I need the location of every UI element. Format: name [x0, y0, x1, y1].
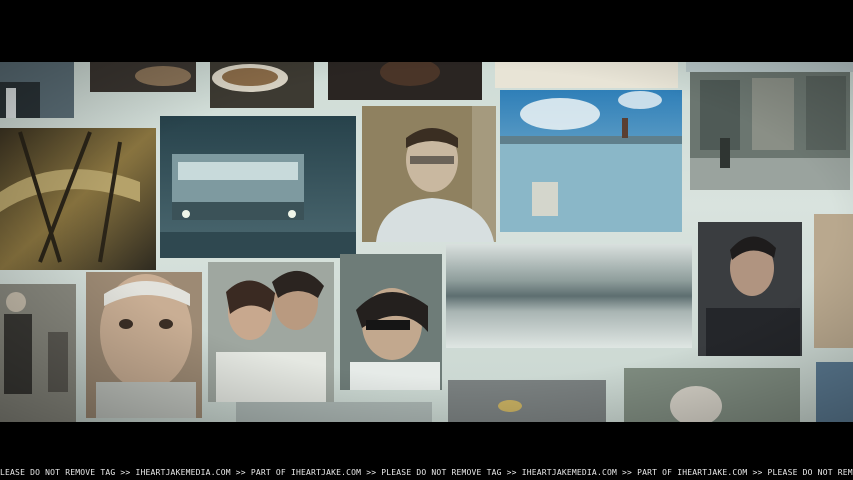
- photo-elderly-man-closeup: [86, 272, 202, 418]
- photo-motion-blur: [446, 244, 692, 348]
- photo-bottom-crowd: [624, 368, 800, 422]
- photo-gold-instrument: [0, 128, 156, 270]
- photo-couple-kiss: [208, 262, 334, 402]
- photo-collage: [0, 62, 853, 422]
- photo-woman-sunglasses: [340, 254, 442, 390]
- photo-sky-strip: [686, 62, 853, 72]
- photo-man-glasses: [362, 106, 496, 242]
- photo-streetcar-night: [160, 116, 356, 258]
- photo-wall: [0, 62, 853, 422]
- photo-food-dish-dark: [90, 62, 196, 92]
- photo-bottom-grey: [448, 380, 606, 422]
- letterbox-top: [0, 0, 853, 62]
- photo-old-man-portrait: [0, 284, 76, 422]
- photo-bottom-left: [236, 402, 432, 422]
- photo-food-plate: [210, 62, 314, 108]
- photo-graffiti-wall: [690, 72, 850, 190]
- video-frame: LEASE DO NOT REMOVE TAG >> IHEARTJAKEMED…: [0, 0, 853, 480]
- watermark-tag: LEASE DO NOT REMOVE TAG >> IHEARTJAKEMED…: [0, 468, 853, 477]
- photo-dark-hair: [328, 62, 482, 100]
- photo-bottom-edge: [816, 362, 853, 422]
- photo-blue-building-sky: [500, 90, 682, 232]
- photo-man-dark-sweater: [698, 222, 802, 356]
- photo-partial-man-suit: [0, 62, 74, 118]
- photo-pale-top: [495, 62, 678, 88]
- photo-edge-right: [814, 214, 853, 348]
